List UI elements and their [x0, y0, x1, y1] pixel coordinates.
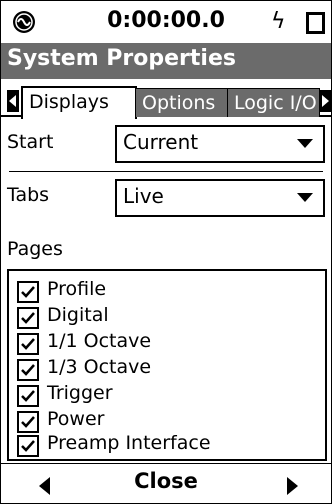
checkbox-checked-icon[interactable] — [17, 435, 39, 457]
start-dropdown[interactable]: Current — [115, 125, 325, 163]
device-screen: 0:00:00.0 ϟ System Properties Displays O… — [0, 0, 332, 504]
tab-strip: Displays Options Logic I/O — [1, 81, 331, 121]
tabs-value: Live — [123, 184, 164, 208]
tab-scroll-right-button[interactable] — [319, 90, 331, 112]
tab-scroll-left-button[interactable] — [7, 90, 19, 112]
checkbox-checked-icon[interactable] — [17, 411, 39, 433]
bottom-bar: Close — [1, 463, 331, 504]
checkbox-checked-icon[interactable] — [17, 333, 39, 355]
power-bolt-icon: ϟ — [271, 9, 286, 34]
tab-logic-io[interactable]: Logic I/O — [227, 88, 320, 117]
page-label: Trigger — [47, 382, 113, 404]
page-label: Digital — [47, 304, 109, 326]
checkbox-checked-icon[interactable] — [17, 281, 39, 303]
chevron-down-icon — [297, 139, 313, 148]
tabs-label: Tabs — [7, 184, 50, 206]
page-label: 1/3 Octave — [47, 356, 152, 378]
pages-label: Pages — [7, 238, 63, 260]
page-label: Profile — [47, 278, 107, 300]
page-label: Power — [47, 408, 105, 430]
tab-displays[interactable]: Displays — [21, 86, 137, 119]
checkbox-checked-icon[interactable] — [17, 307, 39, 329]
tab-options[interactable]: Options — [135, 88, 235, 117]
start-value: Current — [123, 130, 199, 154]
pages-list: Profile Digital 1/1 Octave 1/3 Octave Tr… — [7, 269, 327, 461]
page-label: 1/1 Octave — [47, 330, 152, 352]
close-button[interactable]: Close — [1, 469, 331, 493]
title-bar: System Properties — [1, 43, 331, 79]
page-label: Preamp Interface — [47, 432, 211, 454]
start-label: Start — [7, 131, 54, 153]
checkbox-checked-icon[interactable] — [17, 385, 39, 407]
checkbox-checked-icon[interactable] — [17, 359, 39, 381]
chevron-down-icon — [297, 193, 313, 202]
status-bar: 0:00:00.0 ϟ — [1, 1, 331, 43]
tabs-dropdown[interactable]: Live — [115, 179, 325, 217]
battery-icon — [306, 12, 325, 34]
divider — [9, 171, 323, 172]
window-title: System Properties — [7, 46, 236, 71]
next-arrow-icon[interactable] — [287, 477, 298, 495]
